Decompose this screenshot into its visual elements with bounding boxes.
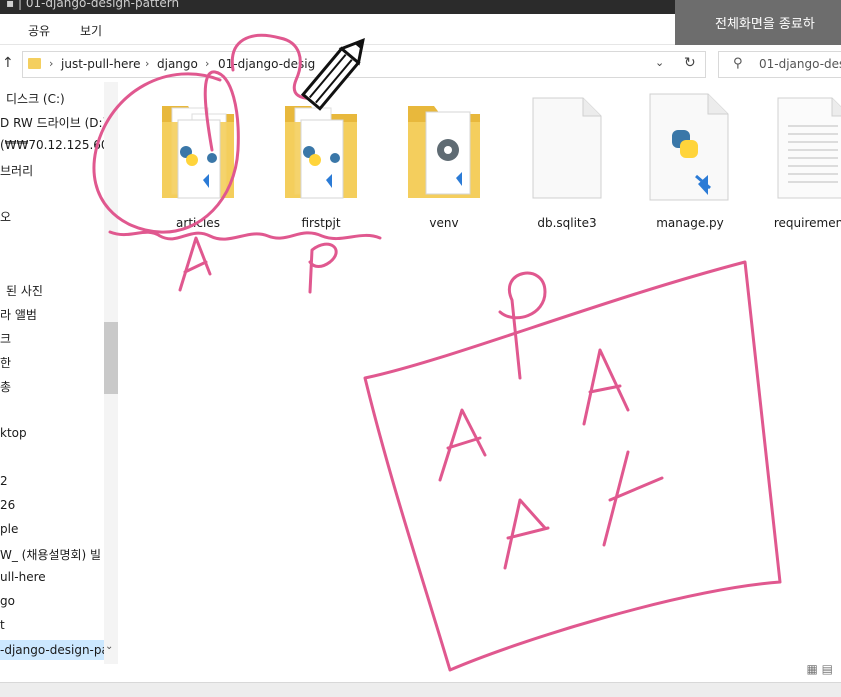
- nav-scrollbar-thumb[interactable]: [104, 322, 118, 394]
- nav-item-selected[interactable]: -django-design-pat: [0, 640, 114, 660]
- tab-view[interactable]: 보기: [80, 22, 102, 39]
- file-item-firstpjt[interactable]: firstpjt: [273, 92, 369, 232]
- refresh-icon[interactable]: ↻: [684, 55, 696, 71]
- nav-item[interactable]: t: [0, 618, 5, 632]
- file-item-venv[interactable]: venv: [396, 92, 492, 232]
- file-name: manage.py: [656, 216, 724, 230]
- file-name: articles: [176, 216, 220, 230]
- breadcrumb-just-pull-here[interactable]: just-pull-here: [61, 57, 141, 71]
- chevron-right-icon[interactable]: ›: [145, 57, 149, 70]
- view-toggle-icon[interactable]: ▦ ▤: [807, 662, 834, 676]
- file-item-manage-py[interactable]: manage.py: [642, 92, 738, 232]
- window-title: ▪ | 01-django-design-pattern: [6, 0, 180, 10]
- nav-item[interactable]: 총: [0, 378, 11, 395]
- file-list: articles firstpjt venv db.sqlite3 manage…: [118, 82, 841, 682]
- gear-folder-icon: [408, 106, 480, 198]
- nav-item[interactable]: go: [0, 594, 15, 608]
- nav-item[interactable]: D RW 드라이브 (D:): [0, 114, 107, 131]
- nav-item[interactable]: 26: [0, 498, 15, 512]
- nav-item-label: RW 드라이브 (D:): [13, 116, 108, 130]
- nav-item[interactable]: 오: [0, 208, 11, 225]
- nav-item[interactable]: 한: [0, 354, 11, 371]
- chevron-right-icon[interactable]: ›: [49, 57, 53, 70]
- search-input[interactable]: ⚲ 01-django-desig: [718, 51, 841, 78]
- nav-item[interactable]: 2: [0, 474, 8, 488]
- address-box[interactable]: › just-pull-here › django › 01-django-de…: [22, 51, 706, 78]
- exit-fullscreen-label: 전체화면을 종료하: [715, 17, 815, 32]
- up-arrow-icon[interactable]: ↑: [2, 55, 14, 71]
- nav-item[interactable]: 디스크 (C:): [6, 90, 65, 107]
- nav-item[interactable]: ple: [0, 522, 18, 536]
- search-placeholder: 01-django-desig: [759, 57, 841, 71]
- chevron-right-icon[interactable]: ›: [205, 57, 209, 70]
- file-name: db.sqlite3: [537, 216, 597, 230]
- navigation-pane: 디스크 (C:) D RW 드라이브 (D:) (₩₩70.12.125.60)…: [0, 82, 118, 664]
- search-icon: ⚲: [733, 56, 743, 71]
- file-item-db-sqlite3[interactable]: db.sqlite3: [519, 92, 615, 232]
- python-folder-icon: [162, 106, 234, 199]
- chevron-down-icon[interactable]: ⌄: [655, 56, 664, 69]
- tab-share[interactable]: 공유: [28, 22, 50, 39]
- folder-icon: [28, 58, 41, 69]
- nav-item[interactable]: (₩₩70.12.125.60): [0, 138, 113, 152]
- nav-item[interactable]: 크: [0, 330, 11, 347]
- file-name: firstpjt: [301, 216, 341, 230]
- text-file-icon: [777, 97, 841, 199]
- file-item-articles[interactable]: articles: [150, 92, 246, 232]
- address-bar: ↑ › just-pull-here › django › 01-django-…: [0, 46, 841, 82]
- status-bar: [0, 682, 841, 697]
- file-name: requirements: [773, 216, 841, 230]
- nav-item[interactable]: 된 사진: [6, 282, 43, 299]
- nav-item[interactable]: 브러리: [0, 162, 33, 179]
- python-folder-icon: [285, 106, 357, 199]
- file-item-requirements[interactable]: requirements: [766, 92, 841, 232]
- breadcrumb-django[interactable]: django: [157, 57, 198, 71]
- blank-file-icon: [532, 97, 602, 199]
- chevron-down-icon[interactable]: ⌄: [105, 641, 113, 652]
- nav-item[interactable]: ull-here: [0, 570, 46, 584]
- breadcrumb-current-folder[interactable]: 01-django-desig: [218, 57, 315, 71]
- file-name: venv: [429, 216, 459, 230]
- python-file-icon: [649, 93, 729, 201]
- nav-item[interactable]: W_ (채용설명회) 빌: [0, 546, 101, 563]
- exit-fullscreen-banner[interactable]: 전체화면을 종료하: [675, 0, 841, 45]
- nav-item[interactable]: 라 앨범: [0, 306, 37, 323]
- nav-item[interactable]: ktop: [0, 426, 27, 440]
